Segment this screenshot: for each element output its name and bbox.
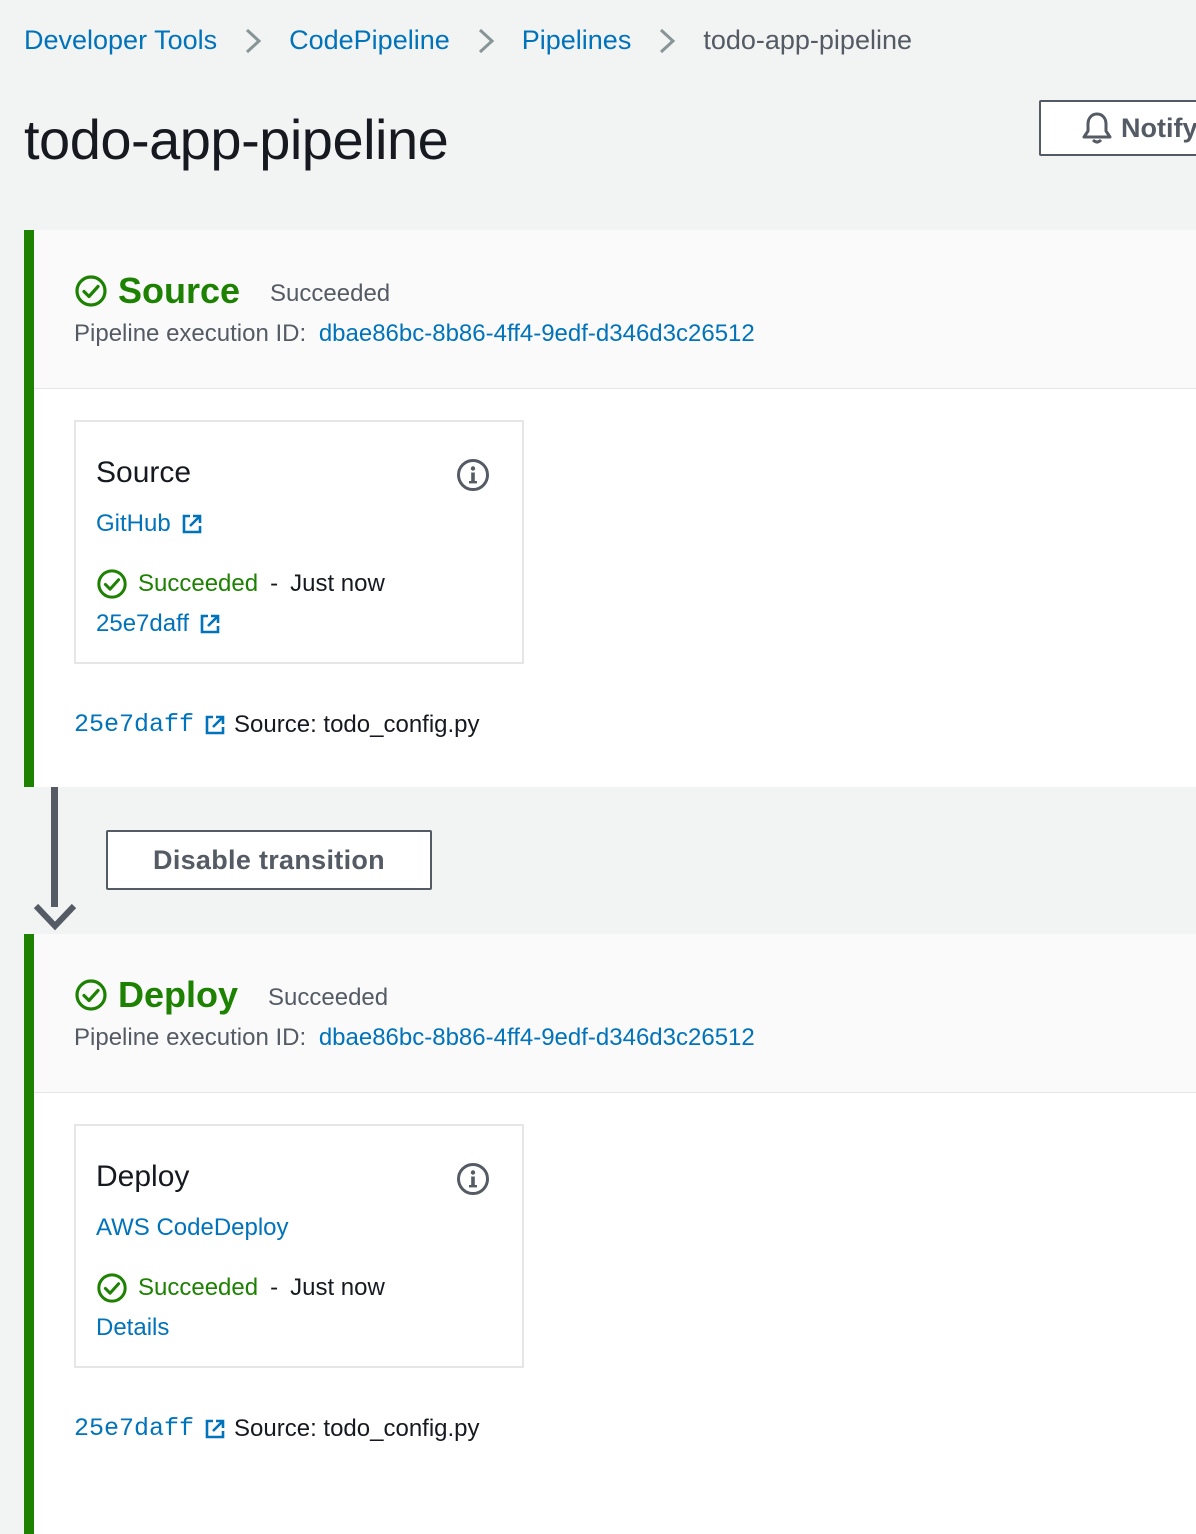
commit-link[interactable]: 25e7daff [96,610,189,638]
external-link-icon [200,614,220,634]
execution-id-row: Pipeline execution ID: dbae86bc-8b86-4ff… [74,320,755,348]
transition-line [51,787,58,907]
revision-summary: Source: todo_config.py [234,1414,480,1442]
stage-header: Source Succeeded Pipeline execution ID: … [34,230,1196,389]
status-separator: - [270,1274,279,1301]
check-circle-icon [75,275,107,307]
stage-title-row: Source Succeeded [74,270,390,312]
notify-label: Notify [1121,112,1196,143]
action-status-time: Just now [290,1274,385,1301]
info-icon[interactable] [456,1162,490,1196]
execution-id-label: Pipeline execution ID: [74,1024,307,1051]
revision-row: 25e7daff Source: todo_config.py [74,710,480,739]
action-status: Succeeded - Just now [96,568,385,600]
info-icon[interactable] [456,458,490,492]
action-status: Succeeded - Just now [96,1272,385,1304]
action-status-text: Succeeded [138,1274,259,1301]
breadcrumb-current: todo-app-pipeline [703,24,912,55]
disable-transition-button[interactable]: Disable transition [106,830,432,890]
revision-link[interactable]: 25e7daff [74,710,194,739]
revision-summary: Source: todo_config.py [234,710,480,738]
breadcrumb-link-codepipeline[interactable]: CodePipeline [289,25,450,56]
execution-id-row: Pipeline execution ID: dbae86bc-8b86-4ff… [74,1024,755,1052]
stage-status: Succeeded [270,280,391,307]
stage-name: Source [118,270,241,311]
action-name: Source [96,456,192,489]
execution-id-link[interactable]: dbae86bc-8b86-4ff4-9edf-d346d3c26512 [319,320,755,347]
stage-source: Source Succeeded Pipeline execution ID: … [24,230,1196,787]
external-link-icon[interactable] [204,1418,226,1440]
stage-status: Succeeded [268,984,389,1011]
action-provider[interactable]: AWS CodeDeploy [96,1214,289,1242]
arrow-down-icon [33,903,77,931]
provider-link[interactable]: GitHub [96,510,171,538]
chevron-right-icon [631,22,703,58]
external-link-icon [182,514,202,534]
execution-id-label: Pipeline execution ID: [74,320,307,347]
stage-header: Deploy Succeeded Pipeline execution ID: … [34,934,1196,1093]
check-circle-icon [75,979,107,1011]
action-card-deploy: Deploy AWS CodeDeploy Succeeded - Just n… [74,1124,524,1368]
page-title: todo-app-pipeline [24,108,449,171]
action-details-link[interactable]: Details [96,1314,169,1342]
status-separator: - [270,570,279,597]
breadcrumb-link-pipelines[interactable]: Pipelines [522,25,632,56]
action-card-source: Source GitHub Succeeded - Just now 25e7d… [74,420,524,664]
action-status-time: Just now [290,570,385,597]
chevron-right-icon [450,22,522,58]
check-circle-icon [97,569,127,599]
chevron-right-icon [217,22,289,58]
bell-icon [1082,112,1112,144]
action-name: Deploy [96,1160,190,1193]
action-commit-link[interactable]: 25e7daff [96,610,221,638]
action-status-text: Succeeded [138,570,259,597]
stage-title-row: Deploy Succeeded [74,974,388,1016]
revision-row: 25e7daff Source: todo_config.py [74,1414,480,1443]
action-provider[interactable]: GitHub [96,510,203,538]
breadcrumb: Developer Tools CodePipeline Pipelines t… [24,22,912,58]
stage-deploy: Deploy Succeeded Pipeline execution ID: … [24,934,1196,1534]
execution-id-link[interactable]: dbae86bc-8b86-4ff4-9edf-d346d3c26512 [319,1024,755,1051]
notify-button[interactable]: Notify [1039,100,1196,156]
provider-link[interactable]: AWS CodeDeploy [96,1214,289,1242]
breadcrumb-link-developer-tools[interactable]: Developer Tools [24,25,217,56]
external-link-icon[interactable] [204,714,226,736]
revision-link[interactable]: 25e7daff [74,1414,194,1443]
stage-name: Deploy [118,974,239,1015]
details-link[interactable]: Details [96,1314,169,1342]
check-circle-icon [97,1273,127,1303]
